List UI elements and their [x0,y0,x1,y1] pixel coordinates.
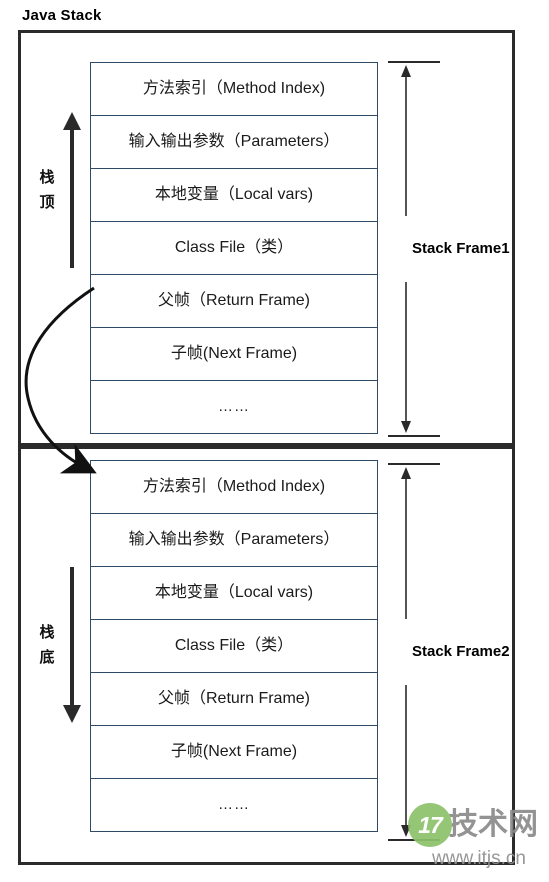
stack-bottom-label: 栈底 [39,624,55,666]
arrow-up-icon [63,112,81,268]
table-row: 输入输出参数（Parameters） [91,514,377,567]
stack-bottom-indicator: 栈底 [20,565,94,725]
table-row: 子帧(Next Frame) [91,328,377,381]
table-row: …… [91,381,377,434]
table-row: 父帧（Return Frame) [91,275,377,328]
stack-frame1-extent: Stack Frame1 [384,60,524,438]
table-row: 父帧（Return Frame) [91,673,377,726]
stack-frame1-table: 方法索引（Method Index) 输入输出参数（Parameters） 本地… [90,62,378,434]
table-row: 本地变量（Local vars) [91,169,377,222]
watermark-badge-text: 17 [418,811,443,838]
arrow-down-icon [63,567,81,723]
stack-frame2-extent: Stack Frame2 [384,462,524,842]
table-row: …… [91,779,377,832]
table-row: Class File（类） [91,620,377,673]
watermark-badge-icon: 17 [408,803,452,847]
page-title: Java Stack [22,7,102,24]
stack-frame1-label: Stack Frame1 [412,240,510,257]
watermark: 17 技术网 www.itjs.cn [408,802,549,882]
table-row: 输入输出参数（Parameters） [91,116,377,169]
watermark-logo: 17 技术网 [408,802,538,848]
table-row: 本地变量（Local vars) [91,567,377,620]
watermark-url: www.itjs.cn [432,848,526,869]
stack-top-indicator: 栈顶 [20,110,94,270]
table-row: 子帧(Next Frame) [91,726,377,779]
watermark-site-name: 技术网 [448,808,538,841]
stack-frame2-label: Stack Frame2 [412,643,510,660]
table-row: 方法索引（Method Index) [91,63,377,116]
stack-frame2-table: 方法索引（Method Index) 输入输出参数（Parameters） 本地… [90,460,378,832]
table-row: Class File（类） [91,222,377,275]
table-row: 方法索引（Method Index) [91,461,377,514]
stack-top-label: 栈顶 [39,169,55,211]
